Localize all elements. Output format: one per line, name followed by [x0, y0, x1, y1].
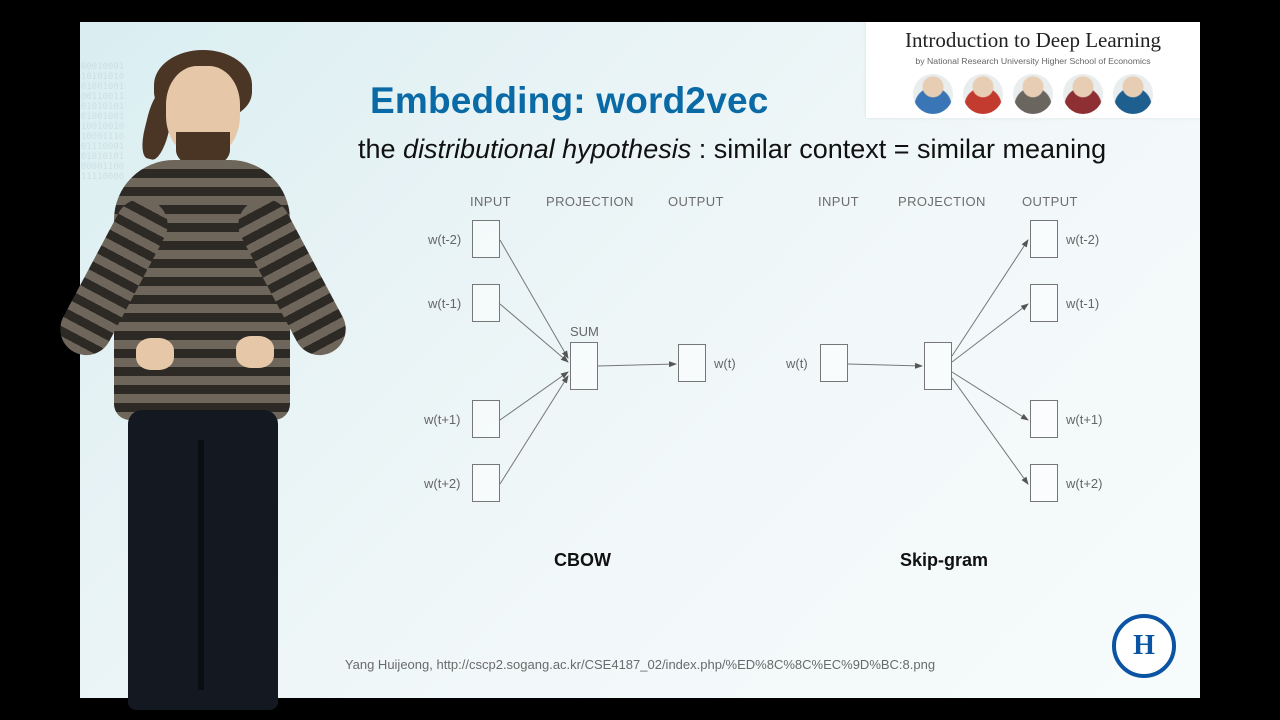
presenter-figure: [84, 42, 354, 682]
skipgram-name: Skip-gram: [900, 550, 988, 571]
course-title: Introduction to Deep Learning: [874, 28, 1192, 53]
cbow-input-box: [472, 464, 500, 502]
cbow-input-label: w(t-2): [428, 232, 461, 247]
course-subtitle: by National Research University Higher S…: [874, 56, 1192, 66]
sg-hdr-projection: PROJECTION: [898, 194, 986, 209]
avatar: [1113, 74, 1153, 114]
avatar: [963, 74, 1003, 114]
logo-text: H: [1133, 630, 1155, 662]
course-info-card: Introduction to Deep Learning by Nationa…: [866, 22, 1200, 118]
avatar: [913, 74, 953, 114]
sg-output-box: [1030, 400, 1058, 438]
sg-projection-box: [924, 342, 952, 390]
cbow-sum-label: SUM: [570, 324, 599, 339]
subtitle-post: : similar context = similar meaning: [691, 134, 1106, 164]
cbow-input-box: [472, 400, 500, 438]
cbow-hdr-output: OUTPUT: [668, 194, 724, 209]
instructor-avatars: [874, 74, 1192, 114]
sg-input-box: [820, 344, 848, 382]
sg-output-label: w(t-2): [1066, 232, 1099, 247]
sg-hdr-input: INPUT: [818, 194, 859, 209]
slide-subtitle: the distributional hypothesis : similar …: [358, 134, 1106, 165]
sg-output-label: w(t+1): [1066, 412, 1102, 427]
avatar: [1063, 74, 1103, 114]
sg-input-label: w(t): [786, 356, 808, 371]
subtitle-pre: the: [358, 134, 403, 164]
cbow-hdr-projection: PROJECTION: [546, 194, 634, 209]
hse-logo: H: [1112, 614, 1176, 678]
sg-output-label: w(t+2): [1066, 476, 1102, 491]
avatar: [1013, 74, 1053, 114]
sg-output-box: [1030, 220, 1058, 258]
cbow-output-box: [678, 344, 706, 382]
sg-output-box: [1030, 464, 1058, 502]
cbow-output-label: w(t): [714, 356, 736, 371]
subtitle-em: distributional hypothesis: [403, 134, 691, 164]
cbow-input-label: w(t-1): [428, 296, 461, 311]
cbow-projection-box: [570, 342, 598, 390]
sg-output-box: [1030, 284, 1058, 322]
cbow-hdr-input: INPUT: [470, 194, 511, 209]
cbow-input-box: [472, 220, 500, 258]
cbow-input-label: w(t+2): [424, 476, 460, 491]
slide-title: Embedding: word2vec: [370, 80, 769, 122]
sg-hdr-output: OUTPUT: [1022, 194, 1078, 209]
cbow-input-label: w(t+1): [424, 412, 460, 427]
cbow-input-box: [472, 284, 500, 322]
sg-output-label: w(t-1): [1066, 296, 1099, 311]
cbow-name: CBOW: [554, 550, 611, 571]
